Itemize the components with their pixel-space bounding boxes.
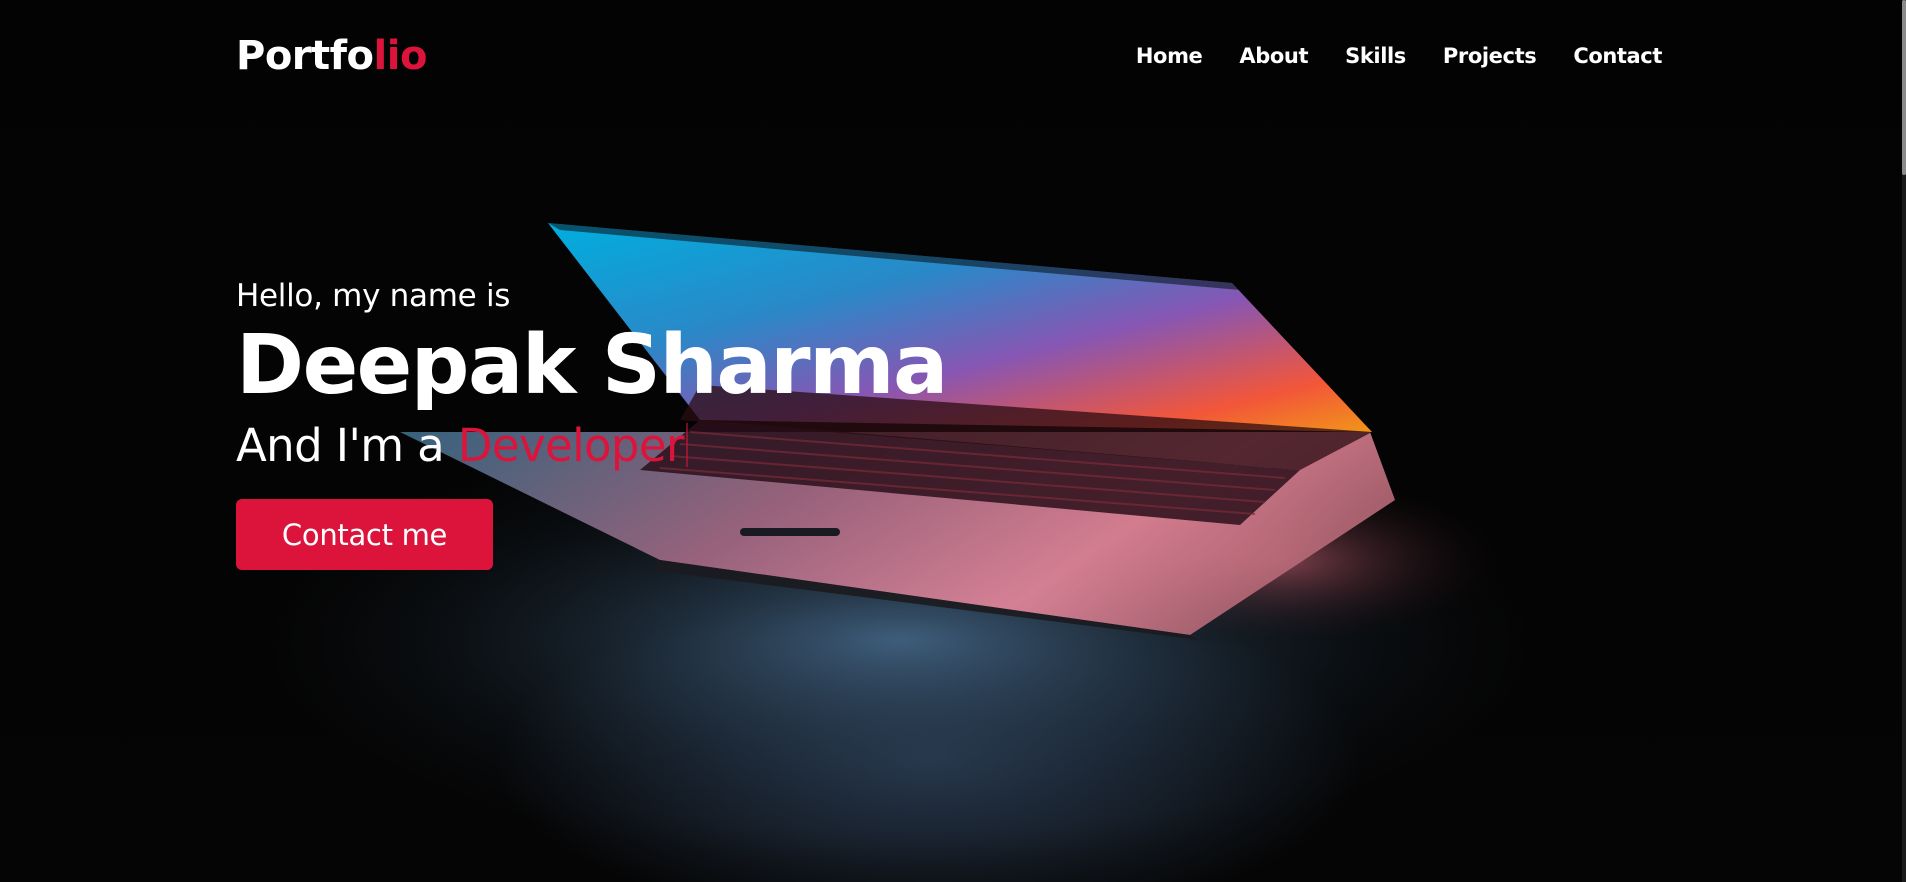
hero-tagline: And I'm a Developer: [236, 418, 947, 474]
hero-section: Portfolio Home About Skills Projects Con…: [0, 0, 1906, 882]
nav-item: Contact: [1573, 44, 1662, 68]
logo-main-text: Portfo: [236, 33, 374, 79]
logo-accent-text: lio: [373, 33, 428, 79]
contact-me-button[interactable]: Contact me: [236, 499, 493, 570]
nav-link-projects[interactable]: Projects: [1443, 44, 1537, 68]
nav-link-contact[interactable]: Contact: [1573, 44, 1662, 68]
logo[interactable]: Portfolio: [236, 33, 427, 79]
nav-link-skills[interactable]: Skills: [1345, 44, 1406, 68]
scrollbar-thumb[interactable]: [1902, 0, 1906, 175]
tagline-prefix: And I'm a: [236, 419, 458, 472]
nav-item: Home: [1136, 44, 1203, 68]
nav-item: Projects: [1443, 44, 1537, 68]
nav-link-home[interactable]: Home: [1136, 44, 1203, 68]
typing-cursor: [685, 423, 688, 467]
hero-greeting: Hello, my name is: [236, 278, 511, 314]
nav-item: Skills: [1345, 44, 1406, 68]
typed-role: Developer: [457, 419, 685, 472]
hero-content: Hello, my name is Deepak Sharma And I'm …: [236, 278, 948, 570]
navbar: Portfolio Home About Skills Projects Con…: [236, 30, 1662, 82]
nav-link-about[interactable]: About: [1239, 44, 1308, 68]
hero-name: Deepak Sharma: [236, 318, 948, 413]
nav-item: About: [1239, 44, 1308, 68]
nav-menu: Home About Skills Projects Contact: [1136, 44, 1663, 68]
